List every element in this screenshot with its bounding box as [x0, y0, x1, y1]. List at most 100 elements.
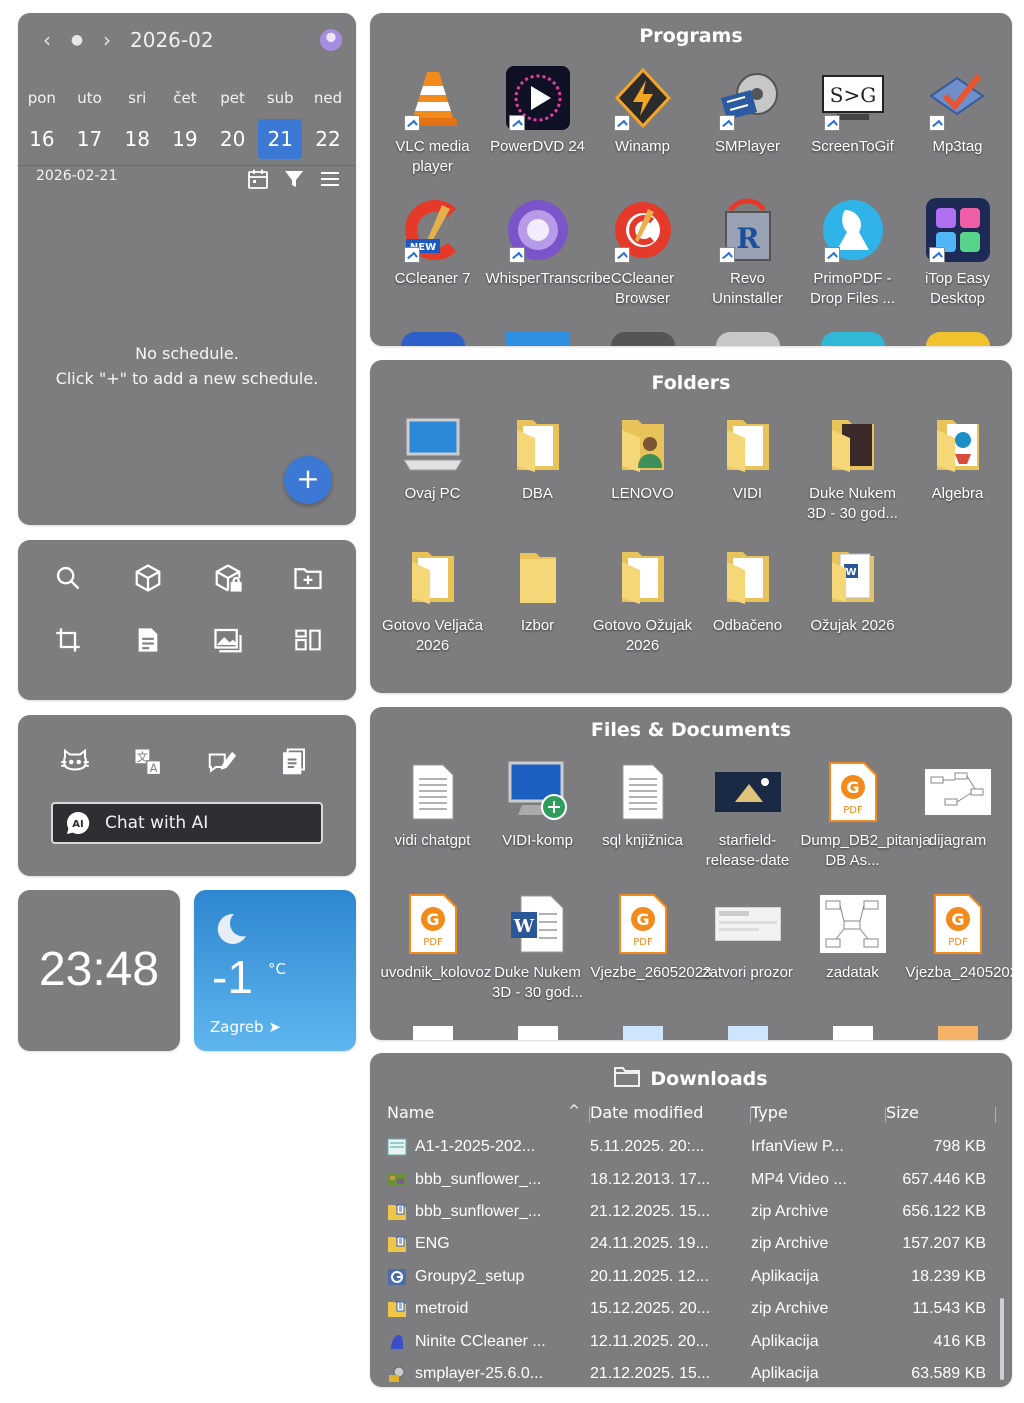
cube-icon[interactable] — [130, 560, 166, 596]
column-type[interactable]: Type — [751, 1103, 886, 1127]
image-folder-icon — [923, 410, 993, 480]
svg-text:G: G — [846, 778, 859, 797]
clock-widget: 23:48 — [18, 890, 180, 1051]
weather-widget[interactable]: -1 °C Zagreb ➤ — [194, 890, 356, 1051]
partial-icon — [485, 1026, 590, 1040]
partial-icon — [380, 1026, 485, 1040]
date-cell[interactable]: 19 — [161, 119, 209, 159]
program-item[interactable]: PrimoPDF - Drop Files ... — [800, 195, 905, 327]
folder-item[interactable]: Duke Nukem 3D - 30 god... — [800, 410, 905, 542]
folder-item[interactable]: Gotovo Ožujak 2026 — [590, 542, 695, 674]
date-cell[interactable]: 16 — [18, 119, 66, 159]
folder-item[interactable]: DBA — [485, 410, 590, 542]
calendar-toolbar — [246, 167, 342, 191]
table-row[interactable]: ENG 24.11.2025. 19... zip Archive 157.20… — [387, 1228, 992, 1260]
program-item[interactable]: iTop Easy Desktop — [905, 195, 1010, 327]
chat-with-ai-button[interactable]: AI Chat with AI — [51, 802, 323, 844]
file-item[interactable]: G PDF Vjezba_24052023 — [905, 889, 1012, 1021]
column-size[interactable]: Size — [886, 1103, 996, 1127]
file-item[interactable]: W Duke Nukem 3D - 30 god... — [485, 889, 590, 1021]
user-folder-icon — [608, 410, 678, 480]
program-item[interactable]: VLC media player — [380, 63, 485, 195]
program-item[interactable]: PowerDVD 24 — [485, 63, 590, 195]
column-label: Type — [751, 1103, 788, 1122]
item-label: ScreenToGif — [811, 138, 894, 155]
file-item[interactable]: zadatak — [800, 889, 905, 1021]
file-item[interactable]: G PDF Vjezbe_26052023 — [590, 889, 711, 1021]
installer-icon — [387, 1268, 407, 1286]
folder-item[interactable]: VIDI — [695, 410, 800, 542]
file-item[interactable]: vidi chatgpt — [380, 757, 485, 889]
file-date: 18.12.2013. 17... — [590, 1170, 711, 1188]
add-schedule-button[interactable]: + — [284, 456, 332, 504]
whispertranscribe-icon — [503, 195, 573, 265]
cat-icon[interactable] — [58, 745, 92, 779]
program-item[interactable]: SMPlayer — [695, 63, 800, 195]
screentogif-icon: S>G — [818, 63, 888, 133]
document-icon[interactable] — [130, 622, 166, 658]
folder-add-icon[interactable] — [290, 560, 326, 596]
folder-item[interactable]: LENOVO — [590, 410, 695, 542]
cube-lock-icon[interactable] — [210, 560, 246, 596]
date-cell[interactable]: 17 — [66, 119, 114, 159]
program-item[interactable]: WhisperTranscribe — [485, 195, 611, 327]
file-item[interactable]: VIDI-komp — [485, 757, 590, 889]
table-row[interactable]: smplayer-25.6.0... 21.12.2025. 15... Apl… — [387, 1358, 992, 1387]
file-item[interactable]: dijagram — [905, 757, 1010, 889]
table-row[interactable]: metroid 15.12.2025. 20... zip Archive 11… — [387, 1293, 992, 1325]
table-row[interactable]: Groupy2_setup 20.11.2025. 12... Aplikaci… — [387, 1261, 992, 1293]
translate-icon[interactable]: 文A — [131, 745, 165, 779]
file-item[interactable]: G PDF Dump_DB2_pitanja DB As... — [800, 757, 931, 889]
documents-icon[interactable] — [277, 745, 311, 779]
folder-icon — [503, 410, 573, 480]
program-item[interactable]: Winamp — [590, 63, 695, 195]
primopdf-icon — [818, 195, 888, 265]
date-cell-selected[interactable]: 21 — [258, 119, 303, 159]
layout-icon[interactable] — [290, 622, 326, 658]
folder-item[interactable]: Algebra — [905, 410, 1010, 542]
column-name[interactable]: Name ^ — [387, 1103, 590, 1127]
table-row[interactable]: bbb_sunflower_... 21.12.2025. 15... zip … — [387, 1196, 992, 1228]
image-gallery-icon[interactable] — [210, 622, 246, 658]
item-label: Dump_DB2_pitanja DB As... — [800, 832, 931, 869]
folder-item[interactable]: Ovaj PC — [380, 410, 485, 542]
date-cell[interactable]: 18 — [113, 119, 161, 159]
partial-icon — [485, 332, 590, 346]
folder-item[interactable]: Odbačeno — [695, 542, 800, 674]
program-item[interactable]: CCleaner Browser — [590, 195, 695, 327]
table-row[interactable]: bbb_sunflower_... 18.12.2013. 17... MP4 … — [387, 1163, 992, 1195]
file-item[interactable]: sql knjižnica — [590, 757, 695, 889]
folder-item[interactable]: Izbor — [485, 542, 590, 674]
search-icon[interactable] — [50, 560, 86, 596]
prev-month-button[interactable]: ‹ — [32, 28, 62, 52]
file-item[interactable]: starfield-release-date — [695, 757, 800, 889]
column-date-modified[interactable]: Date modified — [590, 1103, 751, 1127]
program-item[interactable]: R Revo Uninstaller — [695, 195, 800, 327]
calendar-icon[interactable] — [246, 167, 270, 191]
date-cell[interactable]: 22 — [304, 119, 352, 159]
program-item[interactable]: NEW CCleaner 7 — [380, 195, 485, 327]
filter-icon[interactable] — [282, 167, 306, 191]
item-label: VIDI — [732, 485, 763, 502]
file-item[interactable]: zatvori prozor — [695, 889, 800, 1021]
ninite-icon — [387, 1333, 407, 1351]
program-item[interactable]: Mp3tag — [905, 63, 1010, 195]
date-cell[interactable]: 20 — [209, 119, 257, 159]
menu-icon[interactable] — [318, 167, 342, 191]
scrollbar[interactable] — [1000, 1298, 1004, 1380]
file-name: bbb_sunflower_... — [415, 1170, 542, 1188]
crop-icon[interactable] — [50, 622, 86, 658]
file-size: 11.543 KB — [912, 1300, 986, 1318]
item-label: zadatak — [826, 964, 879, 981]
next-month-button[interactable]: › — [92, 28, 122, 52]
feedback-icon[interactable] — [204, 745, 238, 779]
table-row[interactable]: Ninite CCleaner ... 12.11.2025. 20... Ap… — [387, 1325, 992, 1357]
program-item[interactable]: S>G ScreenToGif — [800, 63, 905, 195]
file-size: 416 KB — [933, 1332, 986, 1350]
file-item[interactable]: G PDF uvodnik_kolovoz — [380, 889, 491, 1021]
folder-item[interactable]: Gotovo Veljača 2026 — [380, 542, 485, 674]
table-row[interactable]: A1-1-2025-202... 5.11.2025. 20:... Irfan… — [387, 1131, 992, 1163]
today-button[interactable]: ● — [62, 32, 92, 48]
avatar[interactable] — [320, 29, 342, 51]
folder-item[interactable]: W Ožujak 2026 — [800, 542, 905, 674]
